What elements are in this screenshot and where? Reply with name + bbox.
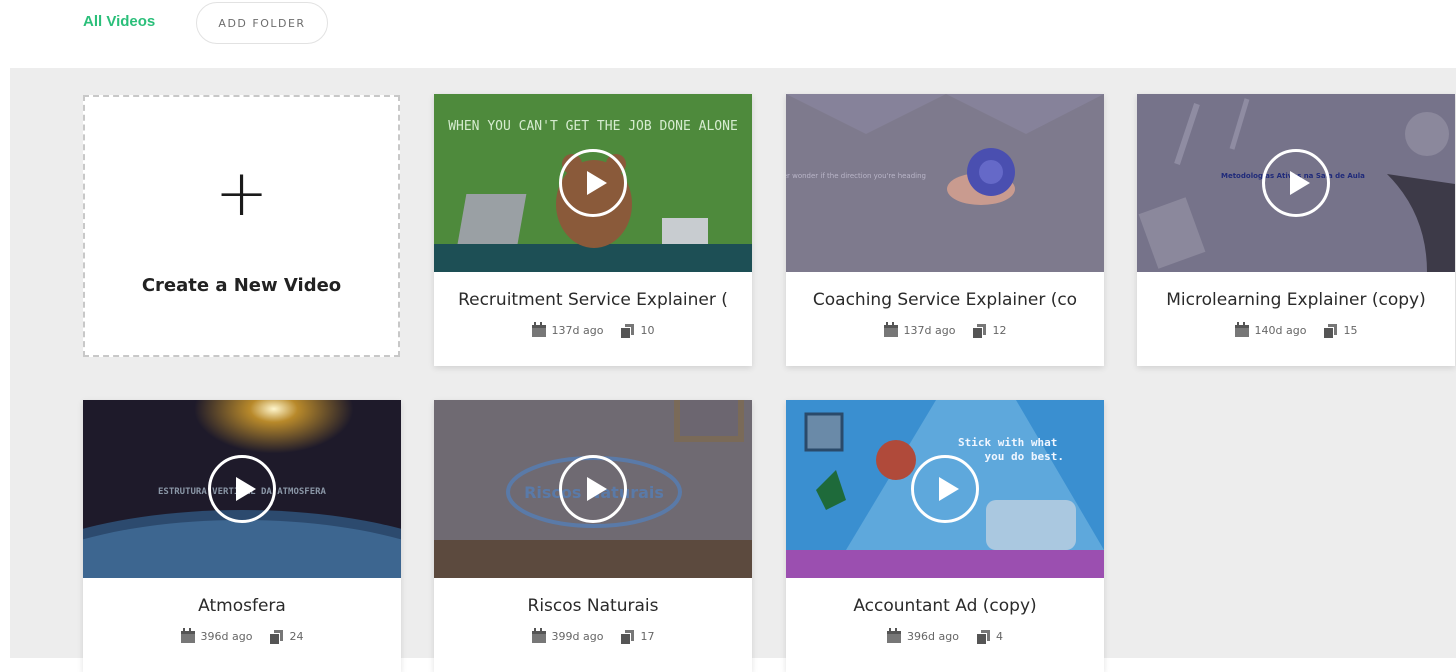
video-meta: 399d ago 17 [434, 627, 752, 644]
video-title: Atmosfera [198, 596, 286, 616]
calendar-icon [1234, 321, 1249, 337]
video-age: 137d ago [551, 324, 604, 337]
svg-text:Ever wonder if the direction y: Ever wonder if the direction you're head… [786, 172, 926, 180]
calendar-icon [883, 321, 898, 337]
calendar-icon [531, 321, 546, 337]
video-scenes: 10 [640, 324, 655, 337]
video-age: 137d ago [903, 324, 956, 337]
scenes-icon [973, 324, 987, 338]
calendar-icon [531, 627, 546, 643]
video-scenes: 17 [640, 630, 655, 643]
plus-icon: + [214, 157, 269, 231]
calendar-icon [887, 627, 902, 643]
video-card[interactable]: Riscos Naturais Riscos Naturais 399d ago… [434, 400, 752, 672]
video-title: Coaching Service Explainer (co [812, 290, 1078, 310]
video-thumbnail: Metodologias Ativas na Sala de Aula [1137, 94, 1455, 272]
video-age: 396d ago [200, 630, 253, 643]
play-icon[interactable] [911, 455, 979, 523]
video-thumbnail: Ever wonder if the direction you're head… [786, 94, 1104, 272]
top-bar: All Videos ADD FOLDER [0, 0, 1456, 68]
video-scenes: 24 [289, 630, 304, 643]
scenes-icon [976, 630, 990, 644]
play-icon[interactable] [559, 455, 627, 523]
play-icon[interactable] [1262, 149, 1330, 217]
video-card[interactable]: Stick with what you do best. Accountant … [786, 400, 1104, 672]
thumb-text-line: you do best. [985, 450, 1064, 463]
tab-all-videos[interactable]: All Videos [83, 13, 155, 30]
play-icon[interactable] [208, 455, 276, 523]
svg-text:WHEN YOU CAN'T GET THE JOB DON: WHEN YOU CAN'T GET THE JOB DONE ALONE [448, 119, 738, 134]
video-title: Recruitment Service Explainer ( [458, 290, 728, 310]
create-video-card[interactable]: + Create a New Video [83, 95, 400, 357]
calendar-icon [180, 627, 195, 643]
video-meta: 396d ago 24 [83, 627, 401, 644]
video-thumbnail: WHEN YOU CAN'T GET THE JOB DONE ALONE [434, 94, 752, 272]
video-thumbnail: Riscos Naturais [434, 400, 752, 578]
video-meta: 137d ago 12 [786, 321, 1104, 338]
video-title: Microlearning Explainer (copy) [1166, 290, 1426, 310]
video-thumbnail: Stick with what you do best. [786, 400, 1104, 578]
video-age: 396d ago [907, 630, 959, 643]
create-video-label: Create a New Video [141, 275, 342, 296]
video-card[interactable]: Metodologias Ativas na Sala de Aula Micr… [1137, 94, 1455, 366]
scenes-icon [621, 630, 635, 644]
video-age: 399d ago [551, 630, 604, 643]
scenes-icon [1324, 324, 1338, 338]
video-title: Riscos Naturais [527, 596, 659, 616]
video-scenes: 4 [995, 630, 1003, 643]
video-title: Accountant Ad (copy) [853, 596, 1037, 616]
video-thumbnail: ESTRUTURA VERTICAL DA ATMOSFERA [83, 400, 401, 578]
thumb-text-line: Stick with what [958, 436, 1057, 449]
video-card[interactable]: ESTRUTURA VERTICAL DA ATMOSFERA Atmosfer… [83, 400, 401, 672]
video-meta: 140d ago 15 [1137, 321, 1455, 338]
video-scenes: 12 [992, 324, 1007, 337]
video-scenes: 15 [1343, 324, 1358, 337]
video-card[interactable]: Ever wonder if the direction you're head… [786, 94, 1104, 366]
video-age: 140d ago [1254, 324, 1307, 337]
add-folder-button[interactable]: ADD FOLDER [196, 2, 328, 44]
video-meta: 137d ago 10 [434, 321, 752, 338]
video-meta: 396d ago 4 [786, 627, 1104, 644]
scenes-icon [621, 324, 635, 338]
video-card[interactable]: WHEN YOU CAN'T GET THE JOB DONE ALONE Re… [434, 94, 752, 366]
play-icon[interactable] [559, 149, 627, 217]
scenes-icon [270, 630, 284, 644]
